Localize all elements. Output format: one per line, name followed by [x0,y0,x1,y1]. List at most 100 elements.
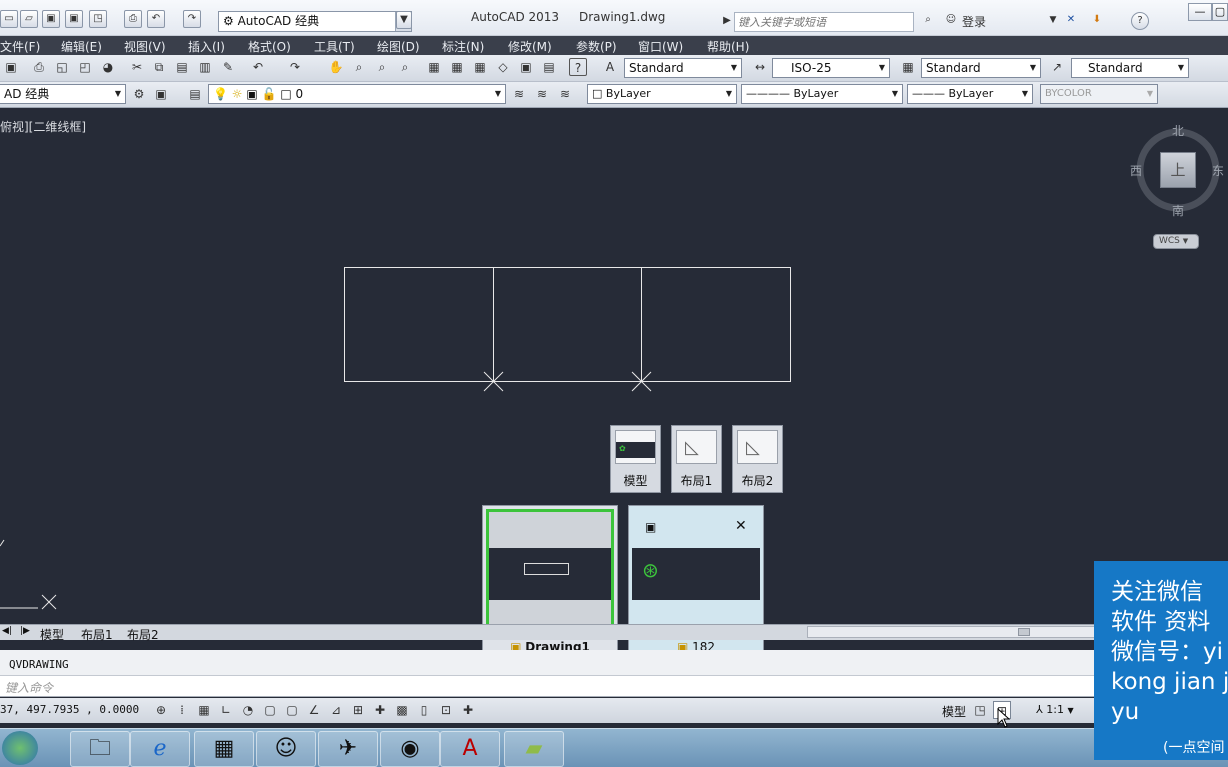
plot-preview-icon[interactable]: ◳ [89,10,107,28]
layer-select[interactable]: 💡 ☼ ▣ 🔓 □ 0 ▼ [208,84,506,104]
infer-constraints-icon[interactable]: ⊕ [152,701,170,719]
annotation-scale[interactable]: ⅄ 1:1 ▼ [1036,703,1074,716]
chevron-down-icon[interactable]: ▼ [875,59,889,77]
zoom-previous-icon[interactable]: ⌕ [396,58,414,76]
command-line[interactable]: 键入命令 [0,675,1228,697]
menu-insert[interactable]: 插入(I) [188,38,225,55]
help-icon[interactable]: ? [569,58,587,76]
save-icon[interactable]: ▣ [645,520,656,534]
internet-explorer-icon[interactable]: ℯ [130,731,190,767]
layer-properties-icon[interactable]: ▤ [186,85,204,103]
save-as-icon[interactable]: ▣ [65,10,83,28]
make-current-layer-icon[interactable]: ≋ [510,85,528,103]
menu-parametric[interactable]: 参数(P) [576,38,617,55]
scroll-thumb[interactable] [1018,628,1030,636]
markup-icon[interactable]: ▣ [517,58,535,76]
paste-icon[interactable]: ▤ [173,58,191,76]
tool-palettes-icon[interactable]: ▦ [471,58,489,76]
workspace-select-2[interactable]: AD 经典 ▼ [0,84,126,104]
multileader-style-select[interactable]: Standard ▼ [1071,58,1189,78]
quick-view-layouts-icon[interactable]: ◳ [971,701,989,719]
linetype-select[interactable]: ———— ByLayer ▼ [741,84,903,104]
chevron-down-icon[interactable]: ▼ [1018,85,1032,103]
table-style-select[interactable]: Standard ▼ [921,58,1041,78]
calculator-icon[interactable]: ▤ [540,58,558,76]
tab-model[interactable]: 模型 [40,626,64,643]
compass-west[interactable]: 西 [1130,162,1142,179]
autodesk-app-icon[interactable]: ⬇ [1088,12,1106,30]
zoom-window-icon[interactable]: ⌕ [373,58,391,76]
menu-tools[interactable]: 工具(T) [314,38,355,55]
rectangle-outline[interactable] [344,267,791,382]
clean-screen-icon[interactable]: ▣ [152,85,170,103]
autocad-icon[interactable]: A [440,731,500,767]
search-expand-icon[interactable]: ▶ [722,13,732,29]
block-editor-icon[interactable]: ✎ [219,58,237,76]
print-icon[interactable]: ⎙ [124,10,142,28]
cut-icon[interactable]: ✂ [128,58,146,76]
menu-modify[interactable]: 修改(M) [508,38,552,55]
search-input[interactable] [734,12,914,32]
compass-north[interactable]: 北 [1172,122,1184,139]
lineweight-icon[interactable]: ✚ [371,701,389,719]
notes-app-icon[interactable]: ▰ [504,731,564,767]
new-file-icon[interactable]: ▭ [0,10,18,28]
bird-app-icon[interactable]: ✈ [318,731,378,767]
quick-properties-icon[interactable]: ▯ [415,701,433,719]
compass-east[interactable]: 东 [1212,162,1224,179]
grid-display-icon[interactable]: ▦ [195,701,213,719]
user-icon[interactable]: ☺ [942,12,960,30]
save-icon[interactable]: ▣ [2,58,20,76]
close-icon[interactable]: ✕ [735,518,747,534]
workspace-select[interactable]: ⚙ AutoCAD 经典 ▼ [218,11,412,32]
redo-icon[interactable]: ↷ [286,58,304,76]
copy-icon[interactable]: ⧉ [150,58,168,76]
undo-icon[interactable]: ↶ [249,58,267,76]
menu-format[interactable]: 格式(O) [248,38,291,55]
layer-previous-icon[interactable]: ≋ [533,85,551,103]
login-link[interactable]: 登录 [962,13,986,30]
publish-icon[interactable]: ◰ [76,58,94,76]
help-icon[interactable]: ? [1131,12,1149,30]
chevron-down-icon[interactable]: ▼ [1174,59,1188,77]
viewcube-top-face[interactable]: 上 [1160,152,1196,188]
coordinates-readout[interactable]: 37, 497.7935 , 0.0000 [0,703,139,716]
tab-scroll-first-icon[interactable]: ◀| [2,626,12,636]
customize-toolbar-icon[interactable]: ▼ [396,11,412,29]
viewcube[interactable]: 北 南 西 东 上 [1130,122,1228,232]
table-style-icon[interactable]: ▦ [899,58,917,76]
pan-icon[interactable]: ✋ [327,58,345,76]
chevron-down-icon[interactable]: ▼ [111,85,125,103]
windows-start-icon[interactable] [2,731,38,765]
horizontal-scrollbar[interactable] [807,626,1097,638]
polar-tracking-icon[interactable]: ◔ [239,701,257,719]
model-space-label[interactable]: 模型 [942,703,966,720]
sheet-set-icon[interactable]: ◇ [494,58,512,76]
workspace-settings-icon[interactable]: ⚙ [130,85,148,103]
dynamic-input-icon[interactable]: ⊞ [349,701,367,719]
layout-preview-layout2[interactable]: ◺ 布局2 [732,425,783,493]
undo-icon[interactable]: ↶ [147,10,165,28]
layer-states-icon[interactable]: ≋ [556,85,574,103]
minimize-button[interactable]: — [1188,3,1212,21]
open-file-icon[interactable]: ▱ [20,10,38,28]
snap-mode-icon[interactable]: ⁞ [173,701,191,719]
3d-osnap-icon[interactable]: ▢ [283,701,301,719]
dynamic-ucs-icon[interactable]: ⊿ [327,701,345,719]
login-dropdown-icon[interactable]: ▼ [1044,12,1062,30]
object-snap-tracking-icon[interactable]: ∠ [305,701,323,719]
menu-file[interactable]: 文件(F) [0,38,40,55]
object-snap-icon[interactable]: ▢ [261,701,279,719]
menu-window[interactable]: 窗口(W) [638,38,683,55]
multileader-style-icon[interactable]: ↗ [1048,58,1066,76]
command-input-placeholder[interactable]: 键入命令 [5,679,53,696]
chevron-down-icon[interactable]: ▼ [727,59,741,77]
selection-cycling-icon[interactable]: ⊡ [437,701,455,719]
layout-preview-model[interactable]: ✿ 模型 [610,425,661,493]
qq-icon[interactable]: ☺ [256,731,316,767]
print-preview-icon[interactable]: ◱ [53,58,71,76]
design-center-icon[interactable]: ▦ [448,58,466,76]
3d-dwf-icon[interactable]: ◕ [99,58,117,76]
redo-icon[interactable]: ↷ [183,10,201,28]
wcs-menu-button[interactable]: WCS ▼ [1153,234,1199,249]
